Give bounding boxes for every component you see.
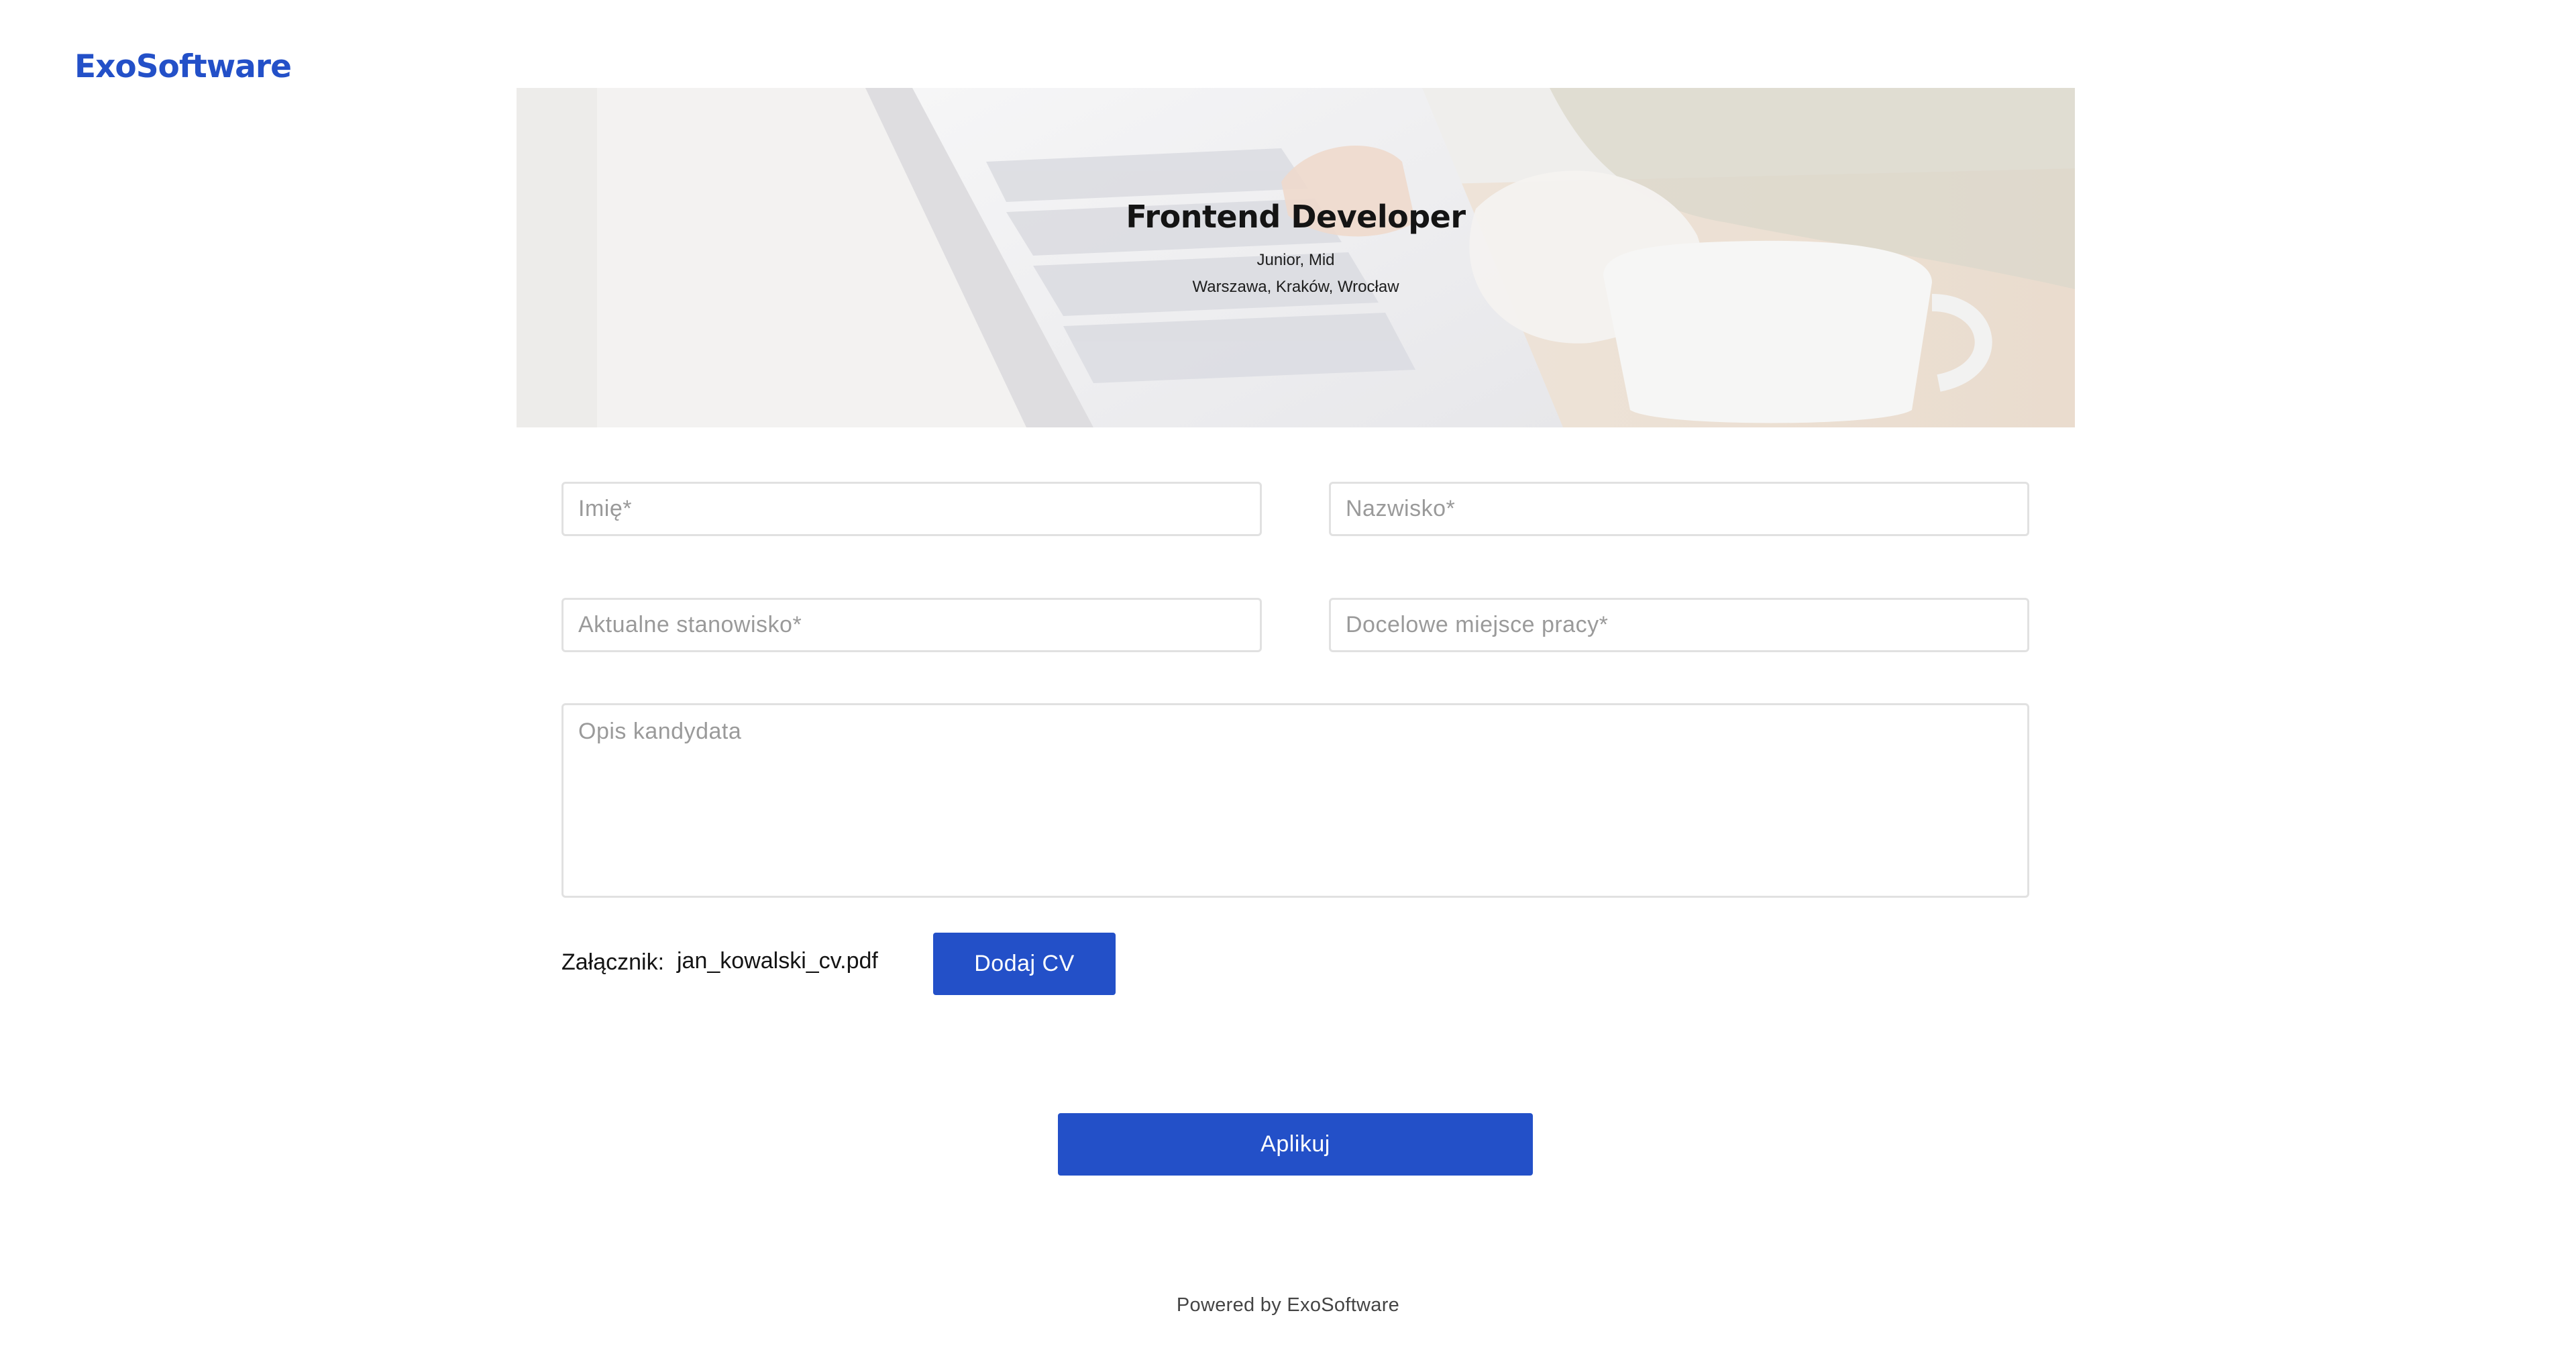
job-title: Frontend Developer xyxy=(1126,199,1466,235)
last-name-input[interactable] xyxy=(1329,482,2029,536)
brand-logo[interactable]: ExoSoftware xyxy=(74,48,292,85)
job-locations: Warszawa, Kraków, Wrocław xyxy=(1192,278,1399,296)
first-name-input[interactable] xyxy=(561,482,1262,536)
target-workplace-input[interactable] xyxy=(1329,598,2029,652)
attachment-label: Załącznik: xyxy=(561,949,665,975)
footer-powered-by: Powered by ExoSoftware xyxy=(1176,1294,1400,1316)
job-levels: Junior, Mid xyxy=(1256,251,1335,269)
add-cv-button[interactable]: Dodaj CV xyxy=(933,933,1116,995)
current-position-input[interactable] xyxy=(561,598,1262,652)
candidate-description-textarea[interactable] xyxy=(561,703,2029,898)
attachment-filename: jan_kowalski_cv.pdf xyxy=(677,948,878,974)
apply-button[interactable]: Aplikuj xyxy=(1058,1113,1533,1176)
job-banner-text: Frontend Developer Junior, Mid Warszawa,… xyxy=(517,88,2075,427)
job-banner: Frontend Developer Junior, Mid Warszawa,… xyxy=(517,88,2075,427)
